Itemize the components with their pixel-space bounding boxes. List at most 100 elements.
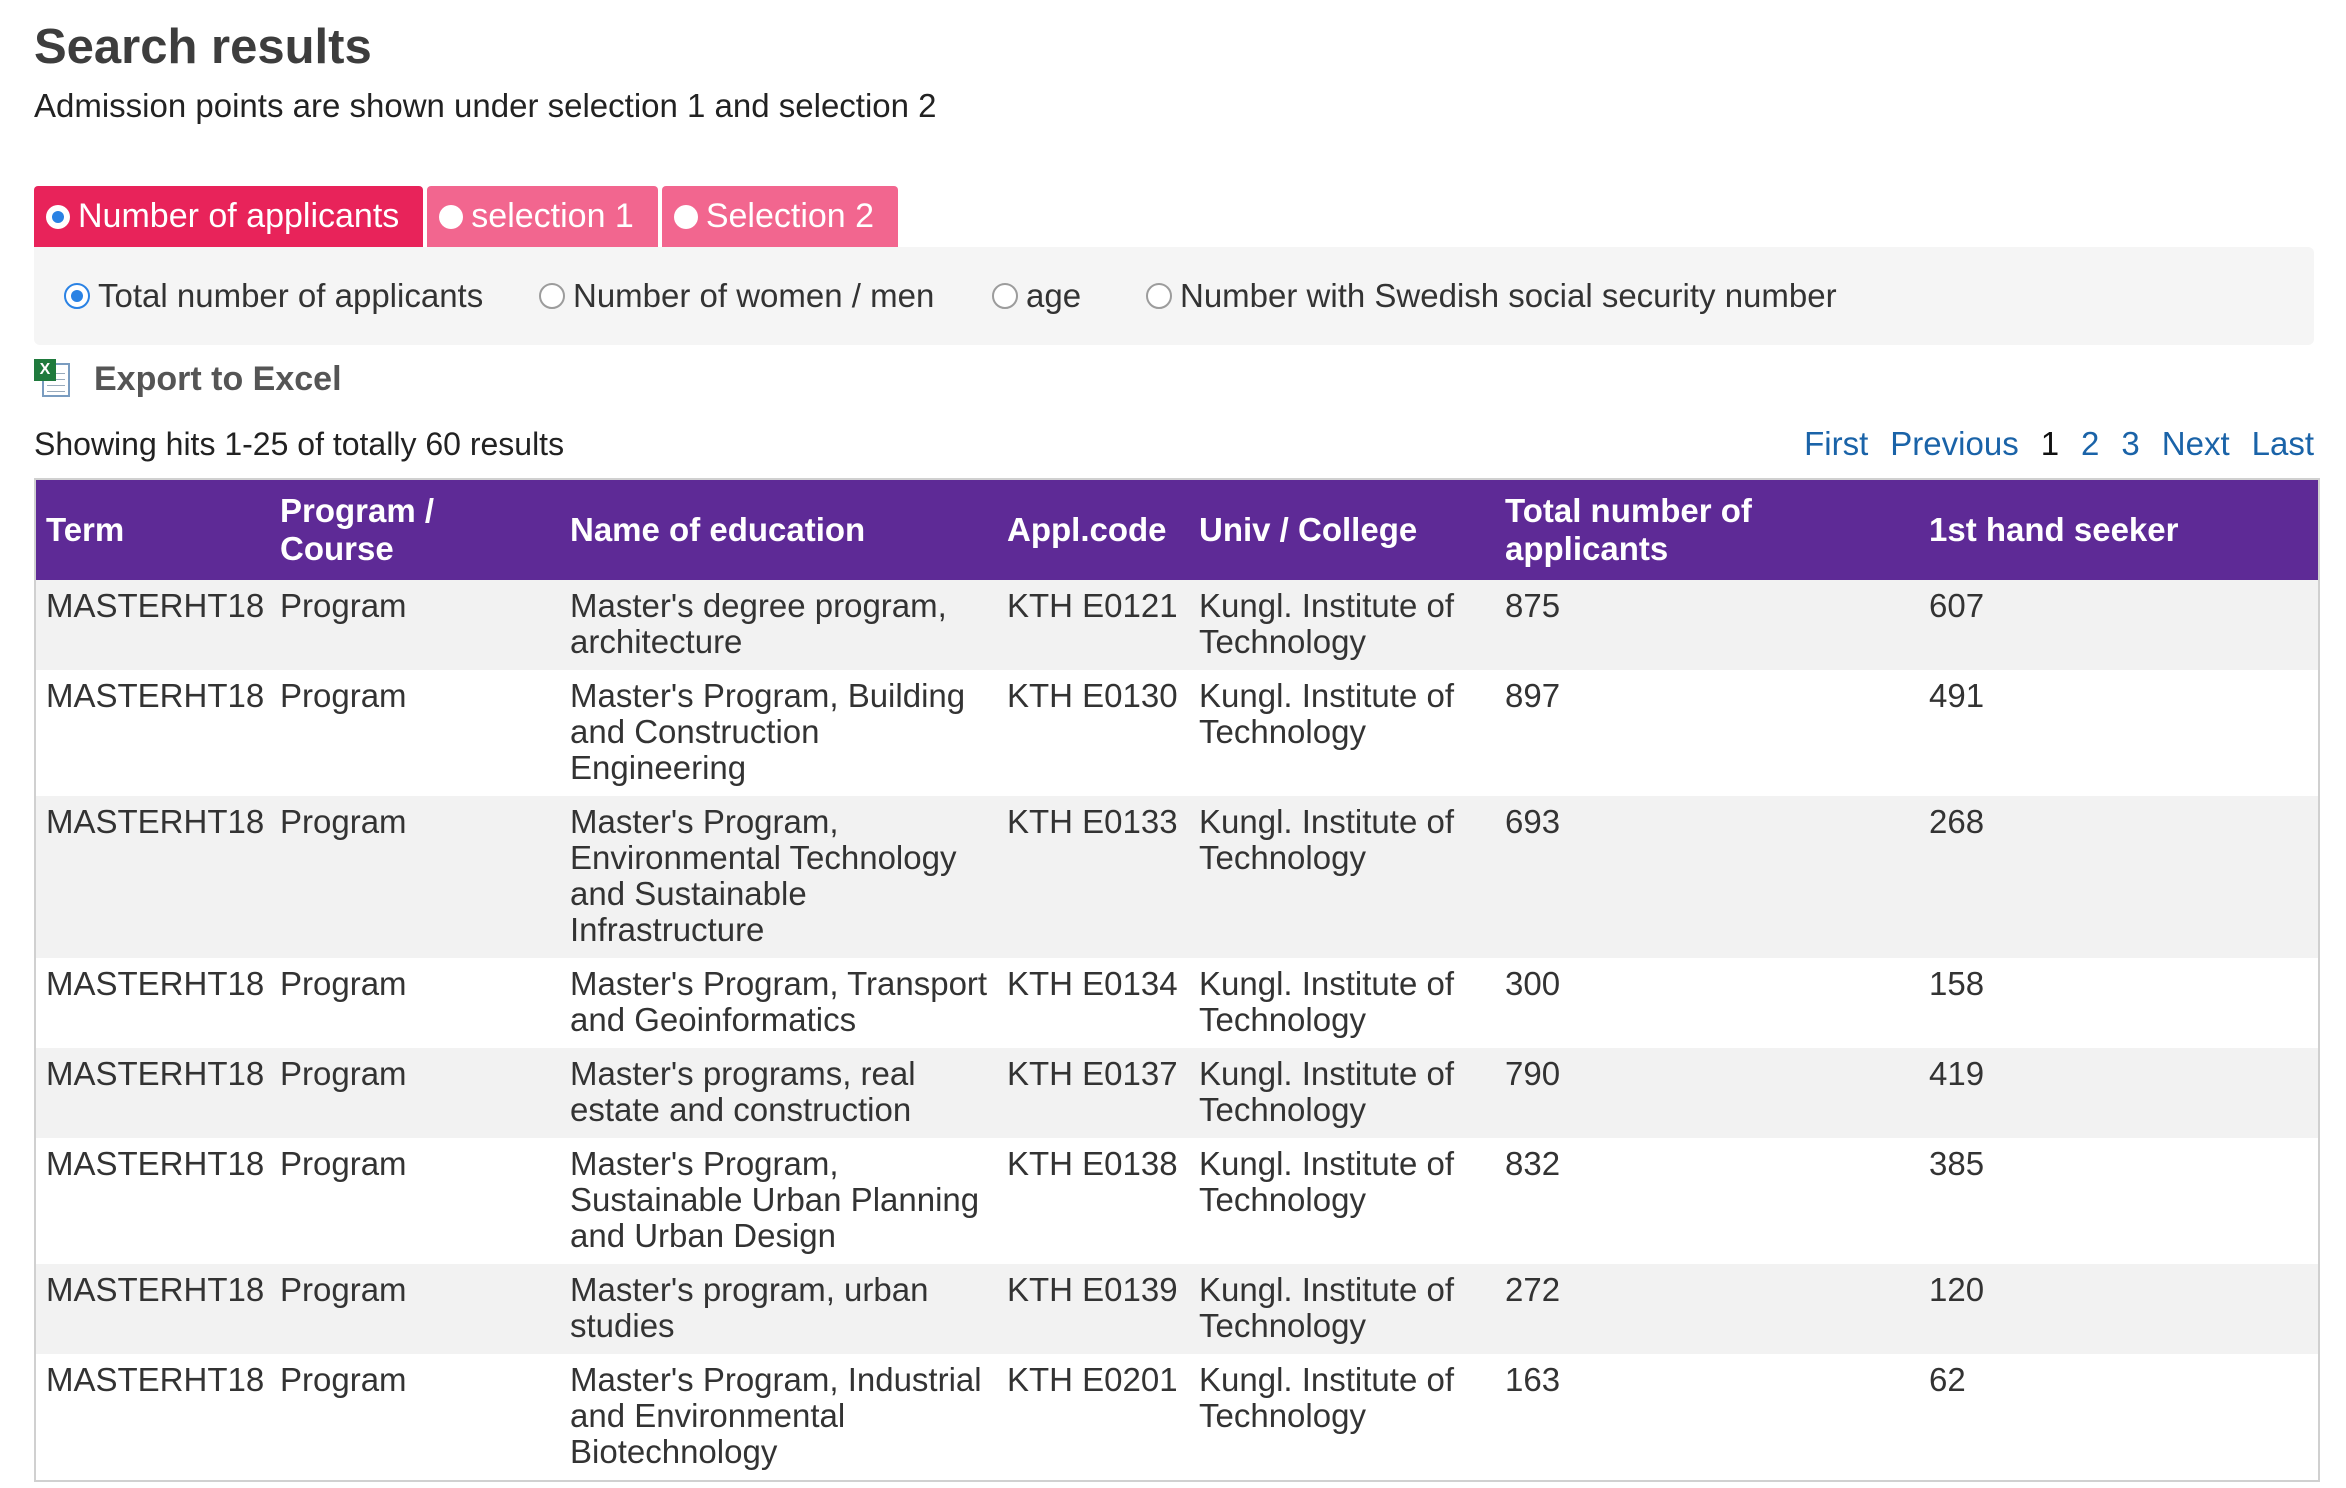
cell-education-name: Master's Program, Building and Construct… [560, 670, 997, 796]
filter-options-bar: Total number of applicants Number of wom… [34, 247, 2314, 345]
cell-appl-code: KTH E0139 [997, 1264, 1189, 1354]
cell-term: MASTERHT18 [35, 958, 270, 1048]
cell-term: MASTERHT18 [35, 796, 270, 958]
column-header-name-of-education: Name of education [560, 479, 997, 580]
filter-age[interactable]: age [992, 247, 1081, 345]
filter-label: Total number of applicants [98, 277, 484, 314]
cell-type: Program [270, 796, 560, 958]
cell-appl-code: KTH E0138 [997, 1138, 1189, 1264]
page-subtitle: Admission points are shown under selecti… [34, 87, 937, 124]
cell-total-applicants: 163 [1495, 1354, 1919, 1481]
cell-total-applicants: 693 [1495, 796, 1919, 958]
radio-unchecked-icon[interactable] [992, 283, 1018, 309]
cell-first-hand-seekers: 62 [1919, 1354, 2319, 1481]
column-header-univ-college: Univ / College [1189, 479, 1495, 580]
cell-term: MASTERHT18 [35, 670, 270, 796]
filter-label: age [1026, 277, 1082, 314]
cell-first-hand-seekers: 120 [1919, 1264, 2319, 1354]
cell-first-hand-seekers: 158 [1919, 958, 2319, 1048]
table-row: MASTERHT18 Program Master's degree progr… [35, 580, 2319, 670]
radio-unchecked-icon[interactable] [1146, 283, 1172, 309]
tab-label: selection 1 [471, 197, 634, 235]
cell-total-applicants: 875 [1495, 580, 1919, 670]
cell-college: Kungl. Institute of Technology [1189, 796, 1495, 958]
cell-type: Program [270, 1354, 560, 1481]
cell-first-hand-seekers: 607 [1919, 580, 2319, 670]
export-label: Export to Excel [94, 359, 342, 398]
table-row: MASTERHT18 Program Master's Program, Tra… [35, 958, 2319, 1048]
cell-appl-code: KTH E0137 [997, 1048, 1189, 1138]
cell-total-applicants: 272 [1495, 1264, 1919, 1354]
cell-total-applicants: 300 [1495, 958, 1919, 1048]
cell-type: Program [270, 670, 560, 796]
table-row: MASTERHT18 Program Master's Program, Env… [35, 796, 2319, 958]
filter-label: Number with Swedish social security numb… [1180, 277, 1837, 314]
cell-term: MASTERHT18 [35, 1048, 270, 1138]
cell-college: Kungl. Institute of Technology [1189, 1138, 1495, 1264]
cell-first-hand-seekers: 491 [1919, 670, 2319, 796]
cell-type: Program [270, 1264, 560, 1354]
table-row: MASTERHT18 Program Master's Program, Ind… [35, 1354, 2319, 1481]
filter-label: Number of women / men [573, 277, 935, 314]
view-tabs: Number of applicants selection 1 Selecti… [34, 186, 902, 247]
radio-dot-icon [46, 204, 70, 229]
filter-swedish-ssn[interactable]: Number with Swedish social security numb… [1146, 247, 1837, 345]
cell-appl-code: KTH E0201 [997, 1354, 1189, 1481]
column-header-program-course: Program / Course [270, 479, 560, 580]
pagination-last[interactable]: Last [2252, 422, 2314, 466]
radio-checked-icon[interactable] [64, 283, 90, 309]
pagination-page-2[interactable]: 2 [2081, 422, 2099, 466]
cell-type: Program [270, 1048, 560, 1138]
cell-appl-code: KTH E0130 [997, 670, 1189, 796]
cell-college: Kungl. Institute of Technology [1189, 1264, 1495, 1354]
cell-first-hand-seekers: 268 [1919, 796, 2319, 958]
export-to-excel-link[interactable]: X Export to Excel [34, 355, 342, 403]
radio-unchecked-icon[interactable] [539, 283, 565, 309]
column-header-appl-code: Appl.code [997, 479, 1189, 580]
cell-education-name: Master's Program, Industrial and Environ… [560, 1354, 997, 1481]
tab-number-of-applicants[interactable]: Number of applicants [34, 186, 424, 247]
cell-total-applicants: 790 [1495, 1048, 1919, 1138]
pagination-first[interactable]: First [1804, 422, 1868, 466]
column-header-first-hand-seeker: 1st hand seeker [1919, 479, 2319, 580]
column-header-term: Term [35, 479, 270, 580]
filter-total-applicants[interactable]: Total number of applicants [64, 247, 483, 345]
cell-first-hand-seekers: 385 [1919, 1138, 2319, 1264]
cell-type: Program [270, 1138, 560, 1264]
cell-appl-code: KTH E0133 [997, 796, 1189, 958]
radio-dot-icon [439, 204, 464, 229]
cell-education-name: Master's programs, real estate and const… [560, 1048, 997, 1138]
results-count: Showing hits 1-25 of totally 60 results [34, 426, 565, 462]
cell-education-name: Master's degree program, architecture [560, 580, 997, 670]
table-header-row: Term Program / Course Name of education … [35, 479, 2319, 580]
cell-college: Kungl. Institute of Technology [1189, 1048, 1495, 1138]
tab-label: Selection 2 [705, 197, 875, 235]
pagination: First Previous 1 2 3 Next Last [1782, 422, 2314, 466]
excel-file-icon: X [34, 359, 74, 399]
pagination-previous[interactable]: Previous [1890, 422, 2018, 466]
table-row: MASTERHT18 Program Master's Program, Bui… [35, 670, 2319, 796]
cell-total-applicants: 897 [1495, 670, 1919, 796]
cell-education-name: Master's program, urban studies [560, 1264, 997, 1354]
column-header-total-applicants: Total number of applicants [1495, 479, 1919, 580]
cell-college: Kungl. Institute of Technology [1189, 1354, 1495, 1481]
radio-dot-icon [673, 204, 698, 229]
cell-appl-code: KTH E0121 [997, 580, 1189, 670]
cell-education-name: Master's Program, Sustainable Urban Plan… [560, 1138, 997, 1264]
cell-total-applicants: 832 [1495, 1138, 1919, 1264]
tab-selection-1[interactable]: selection 1 [427, 186, 658, 247]
cell-college: Kungl. Institute of Technology [1189, 670, 1495, 796]
pagination-page-3[interactable]: 3 [2121, 422, 2139, 466]
cell-appl-code: KTH E0134 [997, 958, 1189, 1048]
cell-type: Program [270, 958, 560, 1048]
results-table: Term Program / Course Name of education … [34, 478, 2320, 1482]
table-row: MASTERHT18 Program Master's Program, Sus… [35, 1138, 2319, 1264]
page-title: Search results [34, 20, 372, 74]
pagination-next[interactable]: Next [2162, 422, 2230, 466]
cell-education-name: Master's Program, Environmental Technolo… [560, 796, 997, 958]
cell-education-name: Master's Program, Transport and Geoinfor… [560, 958, 997, 1048]
filter-women-men[interactable]: Number of women / men [539, 247, 934, 345]
tab-selection-2[interactable]: Selection 2 [661, 186, 899, 247]
cell-college: Kungl. Institute of Technology [1189, 580, 1495, 670]
cell-term: MASTERHT18 [35, 1264, 270, 1354]
